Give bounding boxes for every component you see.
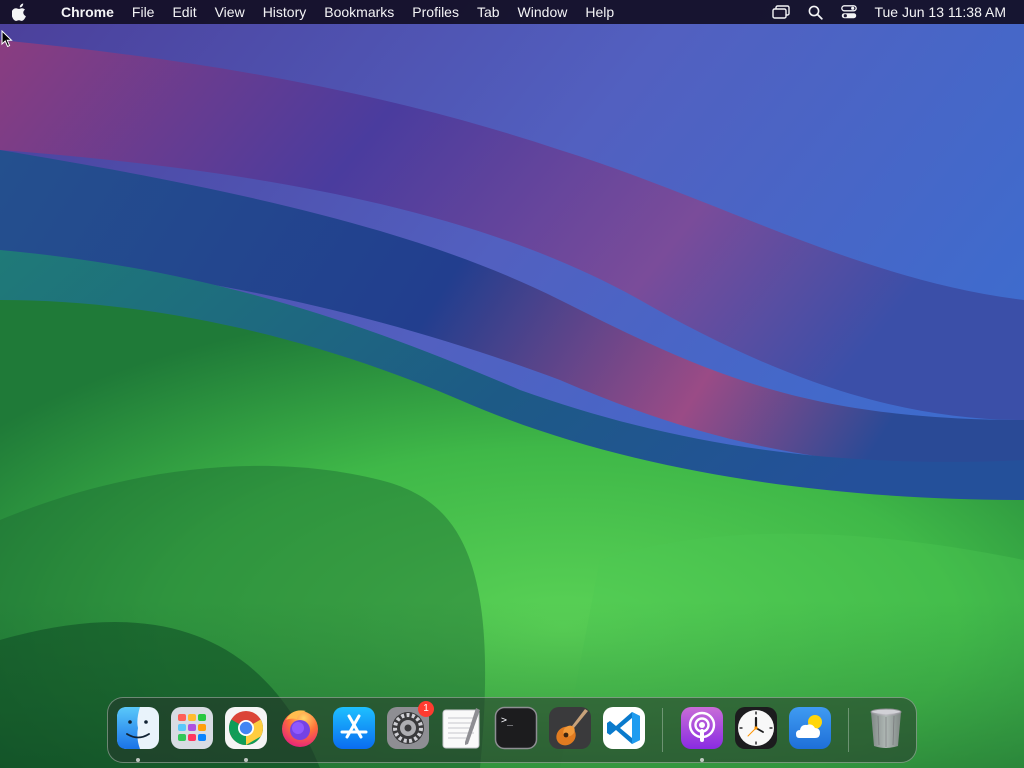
dock-separator — [662, 708, 663, 752]
menu-profiles[interactable]: Profiles — [403, 0, 468, 24]
menu-tab[interactable]: Tab — [468, 0, 509, 24]
app-store-icon — [333, 707, 375, 749]
menu-view[interactable]: View — [206, 0, 254, 24]
dock-visual-studio-code[interactable] — [602, 706, 646, 750]
launchpad-icon — [171, 707, 213, 749]
dock-google-chrome[interactable] — [224, 706, 268, 762]
menu-bar: Chrome File Edit View History Bookmarks … — [0, 0, 1024, 24]
wallpaper — [0, 0, 1024, 768]
control-center-icon[interactable] — [832, 0, 866, 24]
apple-menu-icon[interactable] — [12, 3, 40, 21]
clock-icon — [735, 707, 777, 749]
running-indicator — [244, 758, 248, 762]
chrome-icon — [225, 707, 267, 749]
spotlight-search-icon[interactable] — [798, 0, 832, 24]
notification-badge: 1 — [418, 701, 434, 717]
podcasts-icon — [681, 707, 723, 749]
screen-mirroring-icon[interactable] — [764, 0, 798, 24]
status-area: Tue Jun 13 11:38 AM — [764, 0, 1016, 24]
trash-icon — [870, 708, 902, 748]
dock-clock[interactable] — [734, 706, 778, 750]
dock-textedit[interactable] — [440, 706, 484, 750]
dock-app-store[interactable] — [332, 706, 376, 750]
textedit-icon — [442, 708, 480, 749]
terminal-icon: >_ — [494, 706, 538, 750]
menu-history[interactable]: History — [254, 0, 316, 24]
dock-podcasts[interactable] — [680, 706, 724, 762]
mouse-cursor-icon — [1, 30, 13, 48]
dock: 1 >_ — [107, 697, 917, 763]
finder-icon — [117, 707, 159, 749]
menu-edit[interactable]: Edit — [163, 0, 205, 24]
weather-icon — [789, 707, 831, 749]
dock-separator — [848, 708, 849, 752]
dock-weather[interactable] — [788, 706, 832, 750]
terminal-prompt-text: >_ — [501, 715, 514, 726]
menu-help[interactable]: Help — [576, 0, 623, 24]
running-indicator — [136, 758, 140, 762]
dock-finder[interactable] — [116, 706, 160, 762]
garageband-guitar-icon — [549, 707, 591, 749]
menu-bar-clock[interactable]: Tue Jun 13 11:38 AM — [874, 4, 1006, 20]
dock-garageband[interactable] — [548, 706, 592, 750]
vscode-icon — [603, 707, 645, 749]
dock-terminal[interactable]: >_ — [494, 706, 538, 750]
menu-bookmarks[interactable]: Bookmarks — [315, 0, 403, 24]
menu-file[interactable]: File — [123, 0, 164, 24]
menu-app-name[interactable]: Chrome — [52, 0, 123, 24]
dock-firefox[interactable] — [278, 706, 322, 750]
menu-window[interactable]: Window — [509, 0, 577, 24]
dock-system-settings[interactable]: 1 — [386, 701, 434, 750]
dock-launchpad[interactable] — [170, 706, 214, 750]
dock-trash[interactable] — [864, 706, 908, 750]
firefox-icon — [282, 710, 318, 747]
running-indicator — [700, 758, 704, 762]
desktop[interactable]: Chrome File Edit View History Bookmarks … — [0, 0, 1024, 768]
